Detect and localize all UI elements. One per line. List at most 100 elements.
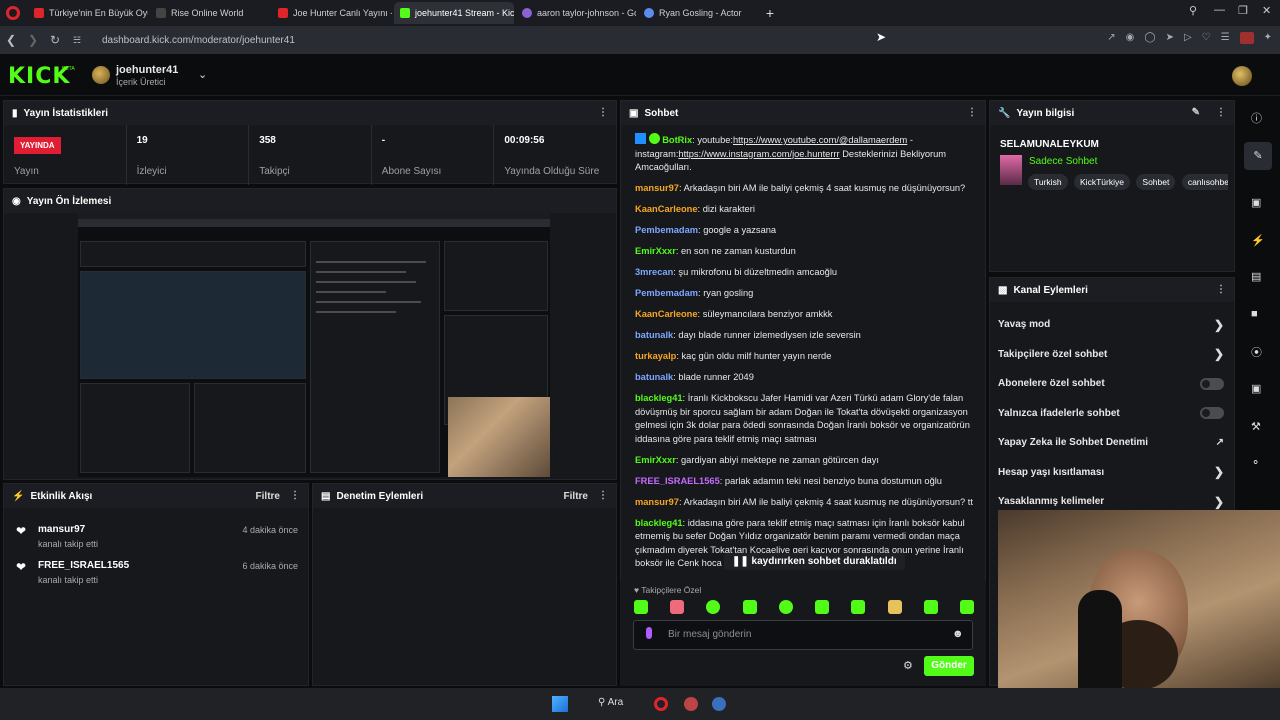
opera-icon[interactable]: [654, 697, 668, 711]
chat-icon[interactable]: ■: [1251, 308, 1258, 320]
more-options-icon[interactable]: ⋮: [598, 490, 608, 501]
action-ai-moderation[interactable]: Yapay Zeka ile Sohbet Denetimi ↗: [990, 428, 1234, 458]
toggle-switch[interactable]: [1200, 377, 1224, 390]
emote-icon[interactable]: [923, 600, 938, 614]
chat-username[interactable]: mansur97: [635, 183, 679, 193]
channel-avatar[interactable]: [92, 66, 110, 84]
app-icon[interactable]: [684, 697, 698, 711]
emote-icon[interactable]: [670, 600, 685, 614]
mic-icon[interactable]: [646, 627, 652, 639]
play-icon[interactable]: ▷: [1184, 32, 1192, 44]
video-icon[interactable]: ▣: [1251, 382, 1261, 395]
lightning-icon[interactable]: ⚡: [1251, 234, 1265, 247]
profile-icon[interactable]: [1239, 32, 1254, 44]
user-avatar[interactable]: [1232, 66, 1252, 86]
chat-username[interactable]: 3mrecan: [635, 267, 673, 277]
minimize-icon[interactable]: —: [1214, 4, 1225, 16]
chat-username[interactable]: batunalk: [635, 372, 673, 382]
chat-paused-notice[interactable]: ❚❚ kaydırırken sohbet duraklatıldı: [724, 553, 905, 570]
chat-username[interactable]: turkayalp: [635, 351, 676, 361]
new-tab-icon[interactable]: +: [760, 3, 780, 23]
shield-icon[interactable]: ◯: [1144, 32, 1155, 44]
document-icon[interactable]: ▤: [1251, 270, 1261, 283]
tag[interactable]: canlısohbe: [1181, 174, 1228, 190]
action-account-age[interactable]: Hesap yaşı kısıtlaması ❯: [990, 458, 1234, 488]
browser-tab[interactable]: aaron taylor-johnson - Go: [516, 2, 636, 24]
chat-username[interactable]: FREE_ISRAEL1565: [635, 476, 720, 486]
gear-icon[interactable]: ⚙: [903, 659, 913, 672]
chat-link[interactable]: https://www.youtube.com/@dallamaerdem: [733, 135, 907, 145]
emoji-icon[interactable]: ☻: [952, 628, 964, 640]
emote-icon[interactable]: [778, 600, 793, 614]
action-slow-mode[interactable]: Yavaş mod ❯: [990, 310, 1234, 340]
url-field[interactable]: dashboard.kick.com/moderator/joehunter41: [102, 35, 295, 46]
emote-icon[interactable]: [815, 600, 830, 614]
close-window-icon[interactable]: ✕: [1262, 4, 1271, 17]
browser-tab[interactable]: Rise Online World: [150, 2, 270, 24]
action-emote-only[interactable]: Yalnızca ifadelerle sohbet: [990, 399, 1234, 429]
toggle-switch[interactable]: [1200, 407, 1224, 420]
action-subscribers-only[interactable]: Abonelere özel sohbet: [990, 369, 1234, 399]
edit-icon[interactable]: ✎: [1192, 107, 1200, 118]
extension-icon[interactable]: ✦: [1264, 32, 1272, 44]
browser-tab-active[interactable]: joehunter41 Stream - Kick: [394, 2, 514, 24]
emote-icon[interactable]: [959, 600, 974, 614]
forward-icon[interactable]: ❯: [22, 33, 44, 47]
more-options-icon[interactable]: ⋮: [1216, 107, 1226, 118]
search-tabs-icon[interactable]: ⚲: [1189, 4, 1197, 17]
filter-button[interactable]: Filtre: [564, 491, 588, 502]
chat-username[interactable]: KaanCarleone: [635, 309, 698, 319]
more-options-icon[interactable]: ⋮: [967, 107, 977, 118]
emote-icon[interactable]: [706, 600, 721, 614]
back-icon[interactable]: ❮: [0, 33, 22, 47]
target-icon[interactable]: ▣: [1251, 196, 1261, 209]
chat-username[interactable]: batunalk: [635, 330, 673, 340]
chat-username[interactable]: mansur97: [635, 497, 679, 507]
chat-username[interactable]: Pembemadam: [635, 225, 698, 235]
filter-button[interactable]: Filtre: [256, 491, 280, 502]
taskbar-search[interactable]: ⚲ Ara: [598, 697, 623, 708]
chat-messages[interactable]: BotRix: youtube:https://www.youtube.com/…: [635, 133, 975, 578]
more-options-icon[interactable]: ⋮: [1216, 284, 1226, 295]
chat-username[interactable]: blackleg41: [635, 393, 683, 403]
emote-icon[interactable]: [742, 600, 757, 614]
opera-logo-icon[interactable]: [6, 6, 20, 20]
info-icon[interactable]: ⓘ: [1251, 110, 1262, 126]
broadcast-icon[interactable]: ⦿: [1251, 344, 1262, 360]
stream-preview-video[interactable]: [78, 211, 550, 477]
tag[interactable]: KickTürkiye: [1074, 174, 1130, 190]
send-button[interactable]: Gönder: [924, 656, 974, 676]
chat-link[interactable]: https://www.instagram.com/joe.hunterrr: [678, 149, 839, 159]
chat-username[interactable]: KaanCarleone: [635, 204, 698, 214]
chat-username[interactable]: BotRix: [662, 135, 692, 145]
chat-username[interactable]: blackleg41: [635, 518, 683, 528]
browser-tab[interactable]: Joe Hunter Canlı Yayını - Y: [272, 2, 392, 24]
app-icon[interactable]: [712, 697, 726, 711]
chat-username[interactable]: EmirXxxr: [635, 455, 676, 465]
channel-name[interactable]: joehunter41: [116, 64, 178, 76]
action-followers-only[interactable]: Takipçilere özel sohbet ❯: [990, 340, 1234, 370]
chat-username[interactable]: Pembemadam: [635, 288, 698, 298]
category-name[interactable]: Sadece Sohbet: [1029, 156, 1097, 167]
menu-icon[interactable]: ☰: [1221, 32, 1230, 44]
emote-icon[interactable]: [887, 600, 902, 614]
heart-icon[interactable]: ♡: [1202, 32, 1211, 44]
chat-message-input[interactable]: Bir mesaj gönderin: [633, 620, 973, 650]
reload-icon[interactable]: ↻: [44, 33, 66, 47]
emote-icon[interactable]: [851, 600, 866, 614]
share-icon[interactable]: ↗: [1107, 32, 1115, 44]
browser-tab[interactable]: Ryan Gosling - Actor: [638, 2, 758, 24]
chat-username[interactable]: EmirXxxr: [635, 246, 676, 256]
start-icon[interactable]: [552, 696, 568, 712]
tag[interactable]: Turkish: [1028, 174, 1068, 190]
maximize-icon[interactable]: ❐: [1238, 4, 1248, 17]
send-icon[interactable]: ➤: [1166, 32, 1174, 44]
emote-icon[interactable]: [634, 600, 648, 614]
browser-tab[interactable]: Türkiye'nin En Büyük Oyu: [28, 2, 148, 24]
wrench-icon[interactable]: ⚒: [1251, 420, 1261, 433]
tag[interactable]: Sohbet: [1136, 174, 1176, 190]
camera-icon[interactable]: ◉: [1126, 32, 1135, 44]
more-options-icon[interactable]: ⋮: [598, 107, 608, 118]
more-options-icon[interactable]: ⋮: [290, 490, 300, 501]
chevron-down-icon[interactable]: ⌄: [198, 68, 207, 81]
